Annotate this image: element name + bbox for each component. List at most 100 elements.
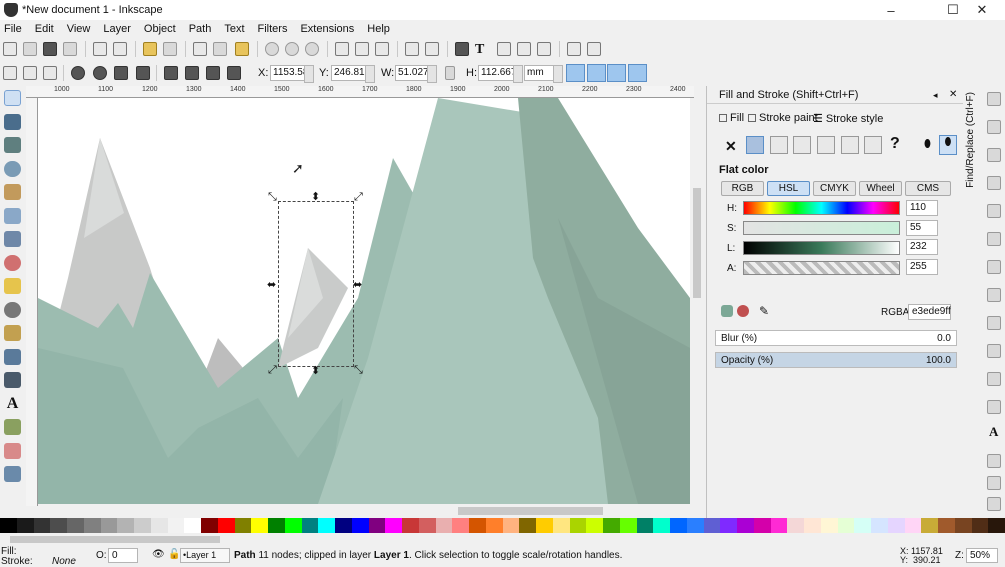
- palette-swatch[interactable]: [452, 518, 469, 533]
- palette-swatch[interactable]: [469, 518, 486, 533]
- palette-swatch[interactable]: [335, 518, 352, 533]
- layers-icon[interactable]: [497, 42, 511, 56]
- opacity-short-input[interactable]: 0: [108, 548, 138, 563]
- ellipse-tool-icon[interactable]: [4, 255, 21, 271]
- menu-object[interactable]: Object: [144, 23, 176, 35]
- palette-scroll-thumb[interactable]: [10, 536, 220, 543]
- spiral-tool-icon[interactable]: [4, 302, 21, 318]
- menu-filters[interactable]: Filters: [258, 23, 288, 35]
- scale-handle-right[interactable]: ⬌: [353, 278, 362, 291]
- palette-swatch[interactable]: [904, 518, 922, 533]
- palette-swatch[interactable]: [67, 518, 84, 533]
- zoom-page-icon[interactable]: [305, 42, 319, 56]
- palette-swatch[interactable]: [636, 518, 654, 533]
- raise-to-top-icon[interactable]: [227, 66, 241, 80]
- snap-nodes-icon[interactable]: [987, 232, 1001, 246]
- pen-tool-icon[interactable]: [4, 349, 21, 365]
- fill-rule-nonzero-icon[interactable]: ⬮: [939, 135, 957, 155]
- layer-lock-icon[interactable]: 🔓: [168, 549, 180, 560]
- lower-icon[interactable]: [185, 66, 199, 80]
- drawing-canvas[interactable]: ⤡ ⬍ ⤢ ⬌ ⬌ ⤢ ⬍ ⤡ ➚: [38, 98, 690, 504]
- mode-rgb-tab[interactable]: RGB: [721, 181, 764, 196]
- stroke-value[interactable]: None: [52, 556, 76, 567]
- palette-swatch[interactable]: [318, 518, 335, 533]
- close-button[interactable]: ✕: [959, 0, 1005, 20]
- palette-swatch[interactable]: [150, 518, 168, 533]
- tab-stroke-style[interactable]: ☰ Stroke style: [813, 112, 883, 126]
- snap-bbox-icon[interactable]: [987, 120, 1001, 134]
- tweak-tool-icon[interactable]: [4, 137, 21, 153]
- palette-swatch[interactable]: [301, 518, 319, 533]
- palette-swatch[interactable]: [653, 518, 670, 533]
- palette-swatch[interactable]: [502, 518, 520, 533]
- pattern-button[interactable]: [841, 136, 859, 154]
- palette-swatch[interactable]: [83, 518, 101, 533]
- menu-file[interactable]: File: [4, 23, 22, 35]
- minimize-button[interactable]: –: [868, 0, 914, 20]
- tab-fill[interactable]: Fill: [719, 112, 744, 124]
- lightness-slider[interactable]: [743, 241, 900, 255]
- snap-corners-icon[interactable]: [987, 176, 1001, 190]
- palette-swatch[interactable]: [569, 518, 587, 533]
- palette-swatch[interactable]: [552, 518, 570, 533]
- palette-swatch[interactable]: [217, 518, 235, 533]
- unset-paint-icon[interactable]: ?: [890, 135, 900, 153]
- vertical-scrollbar[interactable]: [690, 98, 704, 506]
- snap-text-baseline-icon[interactable]: A: [989, 424, 998, 440]
- flat-color-button[interactable]: [746, 136, 764, 154]
- palette-swatch[interactable]: [971, 518, 989, 533]
- palette-swatch[interactable]: [670, 518, 687, 533]
- palette-swatch[interactable]: [603, 518, 620, 533]
- out-of-gamut-icon[interactable]: [737, 305, 749, 317]
- select-all-layers-icon[interactable]: [23, 66, 37, 80]
- calligraphy-tool-icon[interactable]: [4, 372, 21, 388]
- save-icon[interactable]: [43, 42, 57, 56]
- blur-slider[interactable]: Blur (%) 0.0: [715, 330, 957, 346]
- palette-swatch[interactable]: [117, 518, 134, 533]
- undo-icon[interactable]: [143, 42, 157, 56]
- align-distribute-icon[interactable]: [537, 42, 551, 56]
- palette-swatch[interactable]: [201, 518, 218, 533]
- lightness-input[interactable]: 232: [906, 239, 938, 255]
- palette-swatch[interactable]: [0, 518, 17, 533]
- cut-icon[interactable]: [213, 42, 227, 56]
- color-picker-icon[interactable]: ✎: [759, 304, 769, 318]
- palette-swatch[interactable]: [619, 518, 637, 533]
- flip-vertical-icon[interactable]: [136, 66, 150, 80]
- rgba-input[interactable]: e3ede9ff: [908, 304, 951, 320]
- hue-slider[interactable]: [743, 201, 900, 215]
- scale-handle-top[interactable]: ⬍: [311, 190, 320, 203]
- palette-swatch[interactable]: [50, 518, 67, 533]
- find-replace-dock-tab[interactable]: Find/Replace (Ctrl+F): [965, 92, 977, 188]
- selector-tool-icon[interactable]: [4, 90, 21, 106]
- palette-swatch[interactable]: [134, 518, 151, 533]
- panel-close-icon[interactable]: ✕: [949, 89, 957, 100]
- rectangle-tool-icon[interactable]: [4, 208, 21, 224]
- zoom-tool-icon[interactable]: [4, 161, 21, 177]
- rotate-ccw-icon[interactable]: [71, 66, 85, 80]
- hue-input[interactable]: 110: [906, 200, 938, 216]
- menu-edit[interactable]: Edit: [35, 23, 54, 35]
- palette-swatch[interactable]: [921, 518, 938, 533]
- scale-handle-top-right[interactable]: ⤢: [354, 191, 363, 204]
- palette-swatch[interactable]: [385, 518, 402, 533]
- palette-swatch[interactable]: [887, 518, 905, 533]
- palette-swatch[interactable]: [720, 518, 737, 533]
- snap-smooth-icon[interactable]: [987, 344, 1001, 358]
- palette-swatch[interactable]: [402, 518, 419, 533]
- copy-icon[interactable]: [193, 42, 207, 56]
- select-all-icon[interactable]: [3, 66, 17, 80]
- palette-swatch[interactable]: [418, 518, 436, 533]
- snap-guide-icon[interactable]: [987, 497, 1001, 511]
- palette-swatch[interactable]: [871, 518, 888, 533]
- palette-swatch[interactable]: [938, 518, 955, 533]
- blur-value[interactable]: 0.0: [937, 333, 951, 344]
- no-paint-icon[interactable]: ✕: [725, 138, 737, 155]
- mountain-illustration[interactable]: [38, 98, 690, 504]
- menu-help[interactable]: Help: [367, 23, 390, 35]
- object-properties-icon[interactable]: [517, 42, 531, 56]
- new-document-icon[interactable]: [3, 42, 17, 56]
- menu-extensions[interactable]: Extensions: [300, 23, 354, 35]
- flip-horizontal-icon[interactable]: [114, 66, 128, 80]
- menu-text[interactable]: Text: [224, 23, 244, 35]
